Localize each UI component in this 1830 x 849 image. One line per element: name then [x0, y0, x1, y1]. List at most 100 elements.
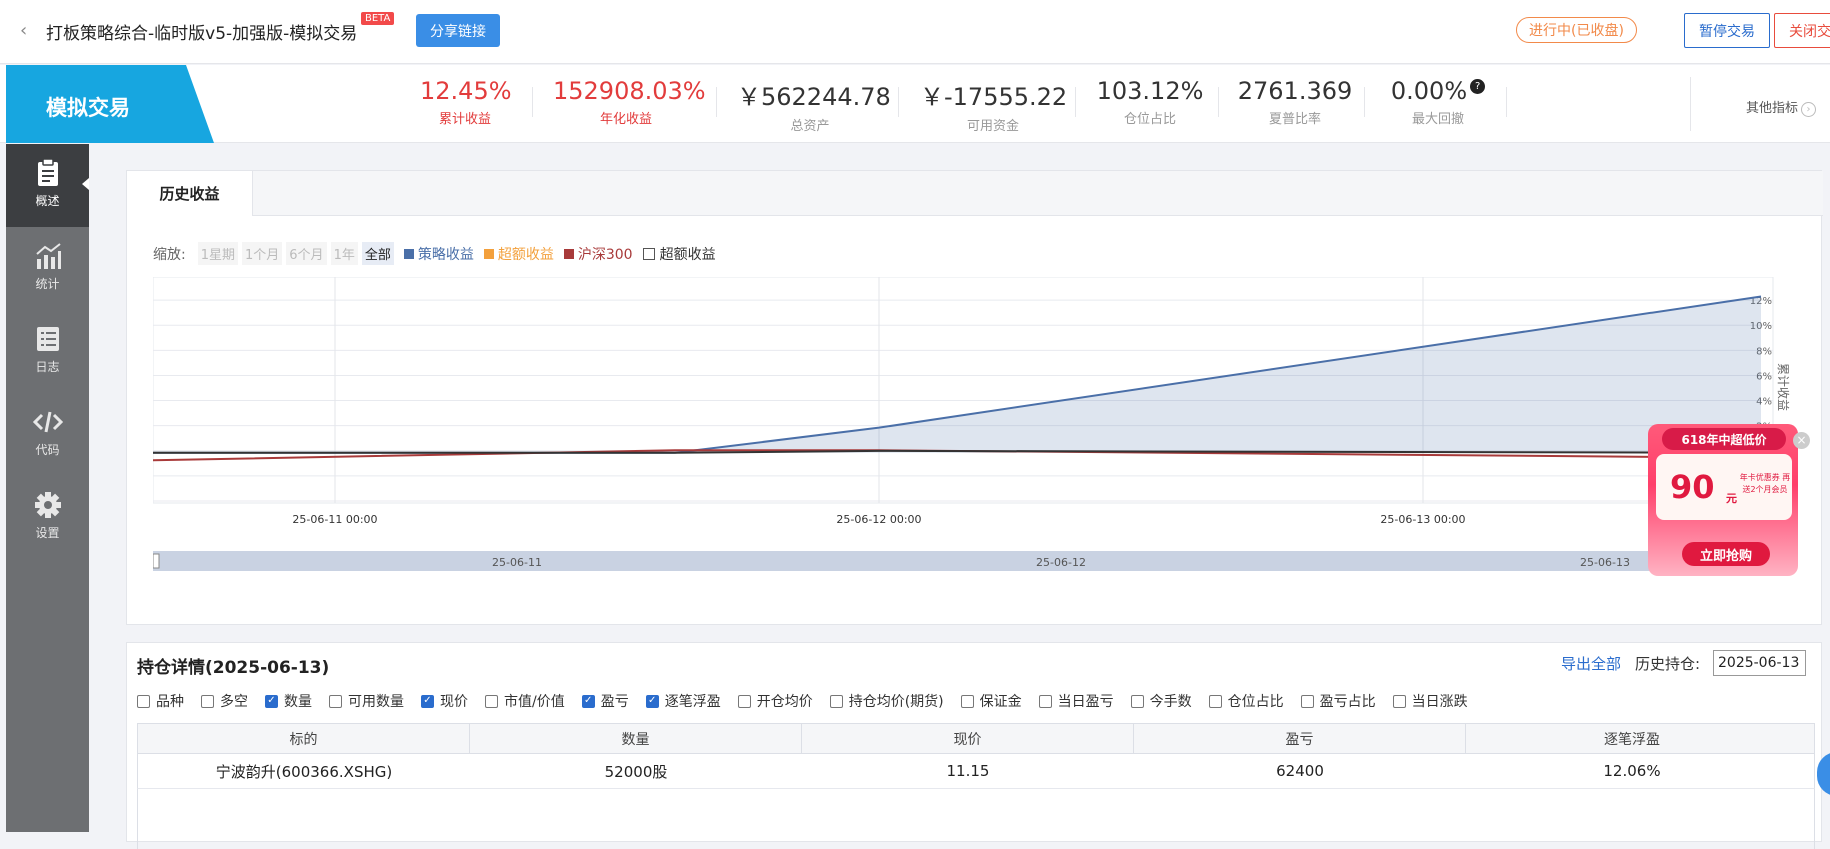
checkbox-checked[interactable]: ✓: [645, 694, 659, 708]
zoom-label: 缩放:: [153, 246, 186, 263]
pause-trading-button[interactable]: 暂停交易: [1684, 13, 1770, 48]
zoom-all-button[interactable]: 全部: [361, 242, 394, 265]
divider: [1690, 77, 1691, 131]
gear-icon: [34, 492, 61, 518]
column-option[interactable]: 保证金: [960, 691, 1022, 711]
checkbox[interactable]: [1392, 694, 1406, 708]
sidebar-item-statistics[interactable]: 统计: [6, 227, 89, 310]
zoom-1month-button[interactable]: 1个月: [242, 242, 283, 265]
help-icon[interactable]: ?: [1470, 79, 1486, 94]
checkbox[interactable]: [960, 694, 974, 708]
share-link-button[interactable]: 分享链接: [416, 14, 500, 47]
cell-pnl: 62400: [1276, 762, 1324, 780]
checkbox[interactable]: [737, 694, 751, 708]
column-option[interactable]: 开仓均价: [737, 691, 813, 711]
checkbox[interactable]: [485, 694, 498, 708]
column-option[interactable]: 品种: [137, 691, 184, 711]
divider: [716, 87, 717, 117]
promo-banner[interactable]: 618年中超低价 90 元 年卡优惠券 再送2个月会员 立即抢购: [1648, 424, 1798, 576]
column-option[interactable]: 盈亏占比: [1300, 691, 1376, 711]
zoom-1year-button[interactable]: 1年: [330, 242, 358, 265]
checkbox-checked[interactable]: ✓: [265, 694, 278, 708]
metric-max-drawdown: 0.00%? 最大回撤: [1380, 77, 1496, 127]
metric-value: 103.12%: [1096, 77, 1204, 105]
column-option-label: 现价: [440, 694, 468, 710]
column-option-label: 开仓均价: [756, 694, 813, 710]
metric-label: 总资产: [790, 119, 830, 134]
checkbox[interactable]: [329, 694, 342, 708]
sidebar-item-settings[interactable]: 设置: [6, 476, 89, 559]
history-date-input[interactable]: [1713, 650, 1806, 676]
legend-strategy-return[interactable]: 策略收益: [403, 244, 474, 264]
back-chevron-icon[interactable]: ‹: [20, 20, 36, 42]
legend-excess-return[interactable]: 超额收益: [483, 244, 554, 264]
zoom-1week-button[interactable]: 1星期: [197, 242, 238, 265]
table-row[interactable]: 宁波韵升(600366.XSHG) 52000股 11.15 62400 12.…: [137, 754, 1815, 789]
column-option[interactable]: ✓ 数量: [265, 691, 312, 711]
checkbox[interactable]: [137, 694, 150, 708]
column-option-label: 数量: [284, 694, 312, 710]
column-header[interactable]: 数量: [470, 724, 802, 753]
column-option[interactable]: 市值/价值: [485, 691, 565, 711]
promo-price: 90: [1670, 468, 1715, 506]
column-header[interactable]: 逐笔浮盈: [1466, 724, 1798, 753]
checkbox-checked[interactable]: ✓: [581, 694, 595, 708]
beta-badge: BETA: [361, 12, 395, 25]
sidebar-item-code[interactable]: 代码: [6, 393, 89, 476]
navigator-band: [153, 551, 1773, 571]
column-option[interactable]: 今手数: [1130, 691, 1192, 711]
export-all-link[interactable]: 导出全部: [1561, 653, 1621, 674]
sidebar-item-label: 代码: [35, 443, 60, 457]
column-option[interactable]: 当日盈亏: [1038, 691, 1114, 711]
column-option-label: 可用数量: [348, 694, 404, 710]
zoom-6month-button[interactable]: 6个月: [286, 242, 327, 265]
column-header[interactable]: 盈亏: [1134, 724, 1466, 753]
column-option[interactable]: 当日涨跌: [1392, 691, 1468, 711]
column-option-label: 盈亏占比: [1319, 694, 1376, 710]
metric-label: 夏普比率: [1268, 112, 1321, 127]
checkbox[interactable]: [642, 247, 655, 260]
checkbox[interactable]: [201, 694, 214, 708]
checkbox[interactable]: [829, 694, 843, 708]
holdings-table: 标的 数量 现价 盈亏 逐笔浮盈 宁波韵升(600366.XSHG) 52000…: [137, 723, 1815, 849]
column-option[interactable]: 可用数量: [329, 691, 404, 711]
column-header[interactable]: 现价: [802, 724, 1134, 753]
column-option[interactable]: ✓ 盈亏: [581, 691, 629, 711]
metric-label: 可用资金: [966, 119, 1019, 134]
promo-headline: 618年中超低价: [1662, 428, 1786, 450]
column-option-label: 持仓均价(期货): [848, 694, 944, 710]
close-trading-button[interactable]: 关闭交: [1774, 13, 1830, 48]
checkbox[interactable]: [1038, 694, 1052, 708]
checkbox[interactable]: [1130, 694, 1144, 708]
column-option[interactable]: 仓位占比: [1208, 691, 1284, 711]
metric-annual-return: 152908.03% 年化收益: [553, 77, 706, 127]
divider: [532, 87, 533, 117]
sidebar-item-log[interactable]: 日志: [6, 310, 89, 393]
other-metrics-link[interactable]: 其他指标 ›: [1746, 97, 1817, 117]
column-option[interactable]: ✓ 现价: [421, 691, 468, 711]
checkbox-checked[interactable]: ✓: [421, 694, 434, 708]
promo-buy-button[interactable]: 立即抢购: [1682, 542, 1770, 566]
promo-close-icon[interactable]: ×: [1793, 432, 1810, 449]
column-option[interactable]: 持仓均价(期货): [829, 691, 944, 711]
column-option[interactable]: ✓ 逐笔浮盈: [645, 691, 721, 711]
cell-float-pnl: 12.06%: [1603, 762, 1661, 780]
sidebar-item-label: 日志: [35, 360, 60, 374]
legend-hs300[interactable]: 沪深300: [563, 244, 633, 264]
column-header[interactable]: 标的: [138, 724, 470, 753]
metric-position-ratio: 103.12% 仓位占比: [1090, 77, 1210, 127]
other-metrics-label: 其他指标: [1746, 101, 1799, 116]
legend-excess-return-checkbox[interactable]: 超额收益: [642, 244, 716, 264]
column-option-label: 品种: [156, 694, 184, 710]
cell-quantity: 52000股: [604, 762, 668, 781]
holdings-title: 持仓详情(2025-06-13): [137, 658, 330, 678]
list-icon: [36, 327, 59, 351]
column-option[interactable]: 多空: [201, 691, 248, 711]
returns-chart: 25-06-11 00:00 25-06-12 00:00 25-06-13 00:…: [153, 277, 1790, 571]
checkbox[interactable]: [1208, 694, 1222, 708]
divider: [1506, 87, 1507, 117]
tab-history-returns[interactable]: 历史收益: [127, 171, 253, 216]
sidebar-item-overview[interactable]: 概述: [6, 144, 89, 227]
checkbox[interactable]: [1300, 694, 1314, 708]
table-empty-area: [137, 789, 1815, 849]
